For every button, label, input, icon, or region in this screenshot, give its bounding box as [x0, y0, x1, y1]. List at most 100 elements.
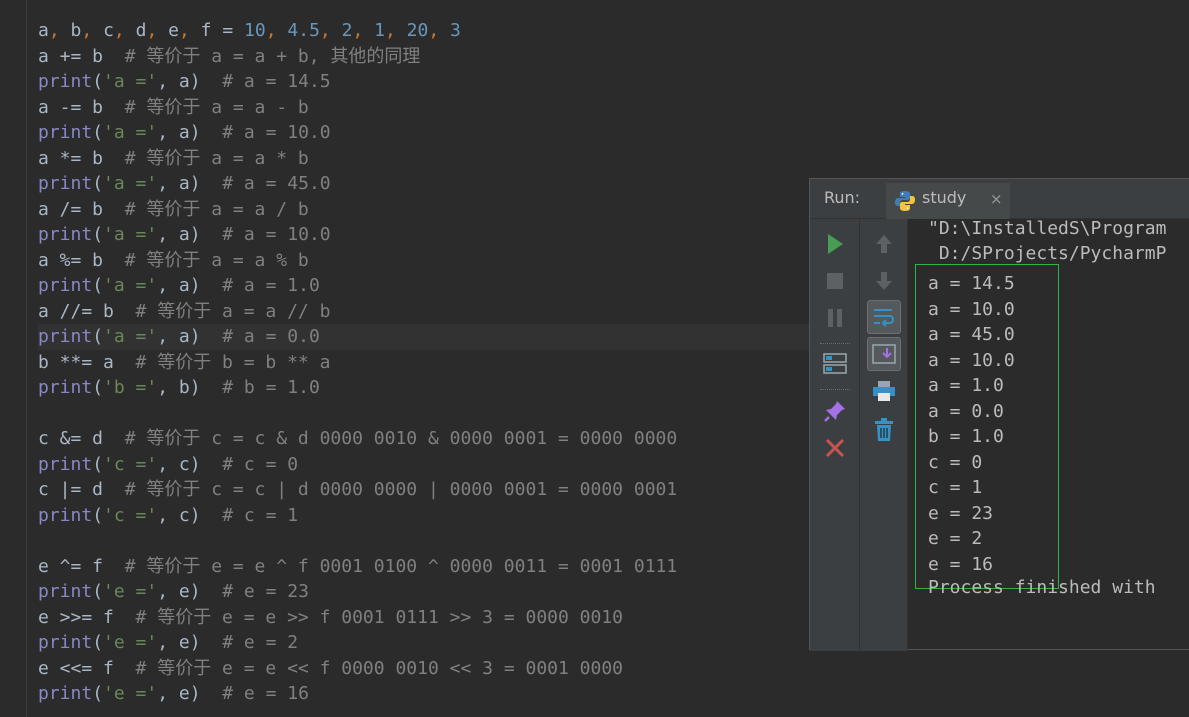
code-line[interactable]: print('e =', e) # e = 16 — [38, 681, 1188, 707]
output-line: e = 23 — [928, 502, 994, 524]
code-token: print — [38, 326, 93, 347]
code-token: # 等价于 c = c | d 0000 0000 | 0000 0001 = … — [124, 479, 678, 500]
scroll-to-end-icon — [872, 344, 896, 364]
clear-all-button[interactable] — [869, 415, 899, 445]
arrow-down-icon — [876, 272, 892, 290]
code-token: # 等价于 a = a * b — [124, 147, 309, 169]
pin-tab-button[interactable] — [820, 396, 850, 426]
code-token: 'a =' — [103, 224, 158, 245]
code-token: ( — [92, 453, 104, 475]
code-token: , — [146, 20, 169, 41]
code-token: a — [38, 20, 49, 41]
code-token: c — [103, 20, 114, 41]
pause-button[interactable] — [820, 303, 850, 333]
code-token: , a) — [157, 224, 223, 245]
code-token: 'a =' — [103, 122, 158, 143]
code-token: ( — [92, 71, 104, 92]
code-token: ( — [92, 275, 104, 296]
code-token: , e) — [157, 581, 223, 602]
pin-icon — [824, 401, 845, 422]
output-line: b = 1.0 — [928, 426, 1004, 447]
up-stack-button[interactable] — [869, 229, 899, 259]
code-token: # c = 0 — [222, 453, 299, 475]
code-token: ( — [92, 632, 104, 653]
code-token: 'e =' — [103, 683, 158, 704]
gutter-divider — [26, 0, 27, 717]
rerun-button[interactable] — [820, 229, 850, 259]
code-token: print — [38, 581, 93, 602]
code-token: # a = 1.0 — [222, 275, 320, 296]
close-icon[interactable]: × — [990, 190, 1003, 208]
code-token: a //= b — [38, 300, 136, 322]
code-token: 'b =' — [103, 377, 158, 398]
layout-icon — [823, 353, 847, 374]
restore-layout-button[interactable] — [820, 349, 850, 379]
code-token: # b = 1.0 — [222, 377, 320, 398]
code-line[interactable]: a *= b # 等价于 a = a * b — [38, 146, 1188, 172]
code-token: , a) — [157, 275, 223, 296]
code-token: # a = 45.0 — [222, 173, 331, 194]
code-token: , c) — [157, 504, 223, 526]
code-token: , a) — [157, 326, 223, 347]
output-line: e = 2 — [928, 528, 983, 549]
code-token: 1 — [374, 20, 385, 41]
code-token: ( — [92, 122, 104, 143]
code-token: # 等价于 a = a / b — [124, 198, 309, 220]
code-token: ( — [92, 683, 104, 704]
code-token: 10 — [244, 20, 266, 41]
code-token: , e) — [157, 683, 223, 704]
soft-wrap-icon — [874, 309, 894, 327]
output-line: a = 10.0 — [928, 349, 1015, 371]
arrow-up-icon — [876, 235, 892, 253]
run-tab-study[interactable]: study × — [886, 183, 1010, 219]
code-token: a /= b — [38, 198, 125, 220]
code-token: e — [168, 20, 179, 41]
code-token: ( — [92, 377, 104, 398]
code-line[interactable]: a, b, c, d, e, f = 10, 4.5, 2, 1, 20, 3 — [38, 18, 1188, 44]
code-token: 2 — [341, 20, 353, 41]
run-toolbar-primary — [810, 219, 860, 651]
scroll-to-end-button[interactable] — [867, 337, 901, 371]
code-token: # 等价于 c = c & d 0000 0010 & 0000 0001 = … — [124, 428, 678, 449]
console-command-line: D:/SProjects/PycharmP — [928, 243, 1167, 264]
code-line[interactable]: e <<= f # 等价于 e = e << f 0000 0010 << 3 … — [38, 656, 1188, 682]
code-token: ( — [92, 504, 104, 526]
code-token: d — [135, 20, 147, 41]
code-token: ( — [92, 581, 104, 602]
code-token: 'c =' — [103, 453, 158, 475]
code-token: , c) — [157, 453, 223, 475]
soft-wrap-button[interactable] — [867, 300, 901, 334]
code-token: # a = 0.0 — [222, 326, 320, 347]
console-output[interactable]: "D:\InstalledS\Program D:/SProjects/Pych… — [908, 219, 1189, 651]
code-token: # 等价于 a = a // b — [135, 300, 331, 322]
code-token: print — [38, 224, 93, 245]
code-token: , — [113, 20, 136, 41]
code-token: # c = 1 — [222, 504, 299, 526]
code-token: c &= d — [38, 428, 125, 449]
code-token: , — [178, 20, 201, 41]
code-line[interactable]: a += b # 等价于 a = a + b, 其他的同理 — [38, 44, 1188, 70]
code-token: a -= b — [38, 96, 125, 118]
run-tool-window: Run: study × "D:\InstalledS\Program D:/S… — [809, 178, 1189, 651]
code-token: , — [81, 20, 104, 41]
code-token: , b) — [157, 377, 223, 398]
code-line[interactable]: a -= b # 等价于 a = a - b — [38, 95, 1188, 121]
code-token: # a = 10.0 — [222, 122, 331, 143]
trash-icon — [875, 418, 893, 441]
code-token: , a) — [157, 122, 223, 143]
code-token: # a = 10.0 — [222, 224, 331, 245]
down-stack-button[interactable] — [869, 266, 899, 296]
output-line: e = 16 — [928, 553, 994, 575]
close-run-button[interactable] — [820, 433, 850, 463]
print-button[interactable] — [869, 376, 899, 406]
code-token: # e = 23 — [222, 581, 309, 602]
code-line[interactable]: print('a =', a) # a = 10.0 — [38, 120, 1188, 146]
code-token: print — [38, 122, 93, 143]
output-line: c = 1 — [928, 477, 983, 498]
code-token: 'c =' — [103, 504, 158, 526]
code-token: # a = 14.5 — [222, 71, 331, 92]
stop-button[interactable] — [820, 266, 850, 296]
run-header: Run: study × — [810, 179, 1189, 219]
code-line[interactable]: print('a =', a) # a = 14.5 — [38, 69, 1188, 95]
output-line: a = 14.5 — [928, 273, 1015, 294]
